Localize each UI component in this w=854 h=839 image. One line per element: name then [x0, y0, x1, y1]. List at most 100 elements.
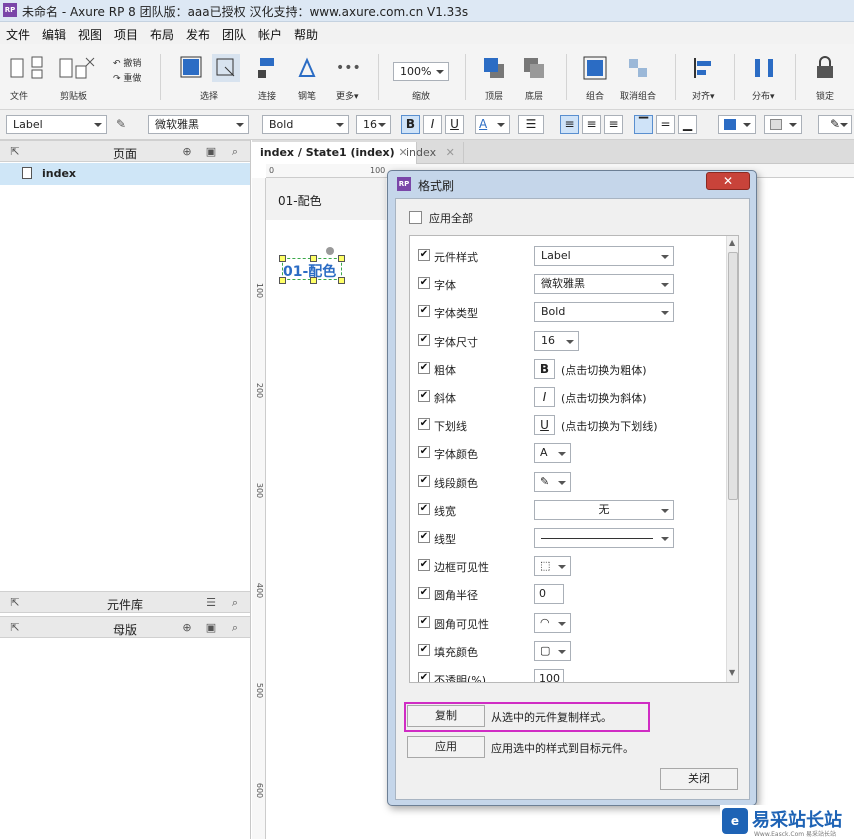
property-checkbox[interactable]: ✔	[418, 305, 430, 318]
font-color-button[interactable]: A	[475, 115, 510, 134]
menu-item[interactable]: 文件	[6, 26, 30, 43]
property-checkbox[interactable]: ✔	[418, 390, 430, 402]
shadow-button[interactable]	[764, 115, 802, 134]
line-style-select[interactable]	[534, 528, 674, 548]
align-left-icon[interactable]: ≡	[560, 115, 579, 134]
property-checkbox[interactable]: ✔	[418, 615, 430, 628]
color-picker[interactable]: ▢	[534, 640, 571, 661]
property-checkbox[interactable]: ✔	[418, 446, 430, 459]
apply-all-checkbox[interactable]	[409, 211, 422, 224]
menu-item[interactable]: 团队	[222, 26, 246, 43]
toggle-button[interactable]: B	[534, 358, 555, 379]
color-picker[interactable]: ⬚	[534, 556, 571, 577]
line-color-button[interactable]: ✎	[818, 115, 852, 134]
property-select[interactable]: 16	[534, 330, 579, 351]
menu-item[interactable]: 布局	[150, 26, 174, 43]
scroll-up-icon[interactable]: ▲	[729, 238, 735, 247]
rotate-handle[interactable]	[326, 247, 334, 255]
group-icon[interactable]	[583, 56, 607, 80]
copy-button[interactable]: 复制	[407, 705, 485, 727]
search-icon[interactable]: ⌕	[228, 621, 242, 634]
pen-icon[interactable]	[296, 56, 318, 80]
menu-icon[interactable]: ☰	[204, 596, 218, 609]
menu-item[interactable]: 发布	[186, 26, 210, 43]
color-picker[interactable]: ✎	[534, 471, 571, 492]
bold-button[interactable]: B	[401, 115, 420, 134]
file-icon[interactable]	[10, 56, 50, 82]
add-folder-icon[interactable]: ▣	[204, 621, 218, 634]
property-checkbox[interactable]: ✔	[418, 559, 430, 572]
selected-label-widget[interactable]: 01-配色	[279, 247, 345, 284]
scrollbar[interactable]: ▲ ▼	[726, 236, 738, 682]
apply-button[interactable]: 应用	[407, 736, 485, 758]
align-top-icon[interactable]: ▔	[634, 115, 653, 134]
property-checkbox[interactable]: ✔	[418, 333, 430, 346]
color-picker[interactable]: A	[534, 443, 571, 464]
tab-index-state1[interactable]: index / State1 (index) ✕	[252, 142, 417, 164]
menu-item[interactable]: 视图	[78, 26, 102, 43]
property-input[interactable]: 100	[534, 669, 564, 682]
fill-color-button[interactable]	[718, 115, 756, 134]
italic-button[interactable]: I	[423, 115, 442, 134]
align-icon[interactable]	[692, 56, 716, 80]
select-icon[interactable]	[180, 56, 204, 80]
resize-handle[interactable]	[310, 255, 317, 262]
align-bottom-icon[interactable]: ▁	[678, 115, 697, 134]
resize-handle[interactable]	[310, 277, 317, 284]
add-master-icon[interactable]: ⊕	[180, 621, 194, 634]
bullet-list-icon[interactable]: ☰	[518, 115, 544, 134]
property-select[interactable]: Bold	[534, 302, 674, 323]
font-select[interactable]: 微软雅黑	[148, 115, 249, 134]
bring-to-front-icon[interactable]	[482, 56, 506, 80]
lock-icon[interactable]	[815, 56, 835, 80]
redo-button[interactable]: ↷ 重做	[113, 71, 141, 84]
style-select[interactable]: Label	[6, 115, 107, 134]
close-icon[interactable]: ✕	[706, 172, 750, 190]
scroll-down-icon[interactable]: ▼	[729, 668, 735, 677]
property-checkbox[interactable]: ✔	[418, 587, 430, 600]
property-checkbox[interactable]: ✔	[418, 277, 430, 290]
menu-item[interactable]: 项目	[114, 26, 138, 43]
resize-handle[interactable]	[338, 277, 345, 284]
search-icon[interactable]: ⌕	[228, 596, 242, 609]
align-middle-icon[interactable]: =	[656, 115, 675, 134]
resize-handle[interactable]	[279, 277, 286, 284]
property-checkbox[interactable]: ✔	[418, 418, 430, 431]
tab-index[interactable]: index ✕	[398, 142, 464, 164]
underline-button[interactable]: U	[445, 115, 464, 134]
select-mode-icon[interactable]	[212, 54, 240, 82]
property-checkbox[interactable]: ✔	[418, 502, 430, 515]
zoom-select[interactable]: 100%	[393, 62, 449, 81]
property-select[interactable]: Label	[534, 246, 674, 266]
add-folder-icon[interactable]: ▣	[204, 145, 218, 158]
property-checkbox[interactable]: ✔	[418, 249, 430, 261]
close-icon[interactable]: ✕	[446, 146, 455, 159]
toggle-button[interactable]: I	[534, 387, 555, 407]
search-icon[interactable]: ⌕	[228, 145, 242, 158]
property-checkbox[interactable]: ✔	[418, 531, 430, 543]
align-center-icon[interactable]: ≡	[582, 115, 601, 134]
property-checkbox[interactable]: ✔	[418, 672, 430, 682]
undo-button[interactable]: ↶ 撤销	[113, 56, 141, 69]
scroll-thumb[interactable]	[728, 252, 738, 500]
connect-icon[interactable]	[256, 56, 278, 80]
property-checkbox[interactable]: ✔	[418, 361, 430, 374]
close-button[interactable]: 关闭	[660, 768, 738, 790]
edit-style-icon[interactable]: ✎	[116, 117, 126, 131]
menu-item[interactable]: 帮助	[294, 26, 318, 43]
align-right-icon[interactable]: ≡	[604, 115, 623, 134]
property-checkbox[interactable]: ✔	[418, 643, 430, 656]
property-checkbox[interactable]: ✔	[418, 474, 430, 487]
weight-select[interactable]: Bold	[262, 115, 349, 134]
add-page-icon[interactable]: ⊕	[180, 145, 194, 158]
ungroup-icon[interactable]	[626, 56, 650, 80]
menu-item[interactable]: 帐户	[258, 26, 282, 43]
menu-item[interactable]: 编辑	[42, 26, 66, 43]
distribute-icon[interactable]	[752, 56, 776, 80]
property-input[interactable]: 0	[534, 584, 564, 605]
toggle-button[interactable]: U	[534, 415, 555, 436]
resize-handle[interactable]	[338, 255, 345, 262]
resize-handle[interactable]	[279, 255, 286, 262]
clipboard-icon[interactable]	[58, 56, 98, 82]
property-select[interactable]: 微软雅黑	[534, 274, 674, 295]
